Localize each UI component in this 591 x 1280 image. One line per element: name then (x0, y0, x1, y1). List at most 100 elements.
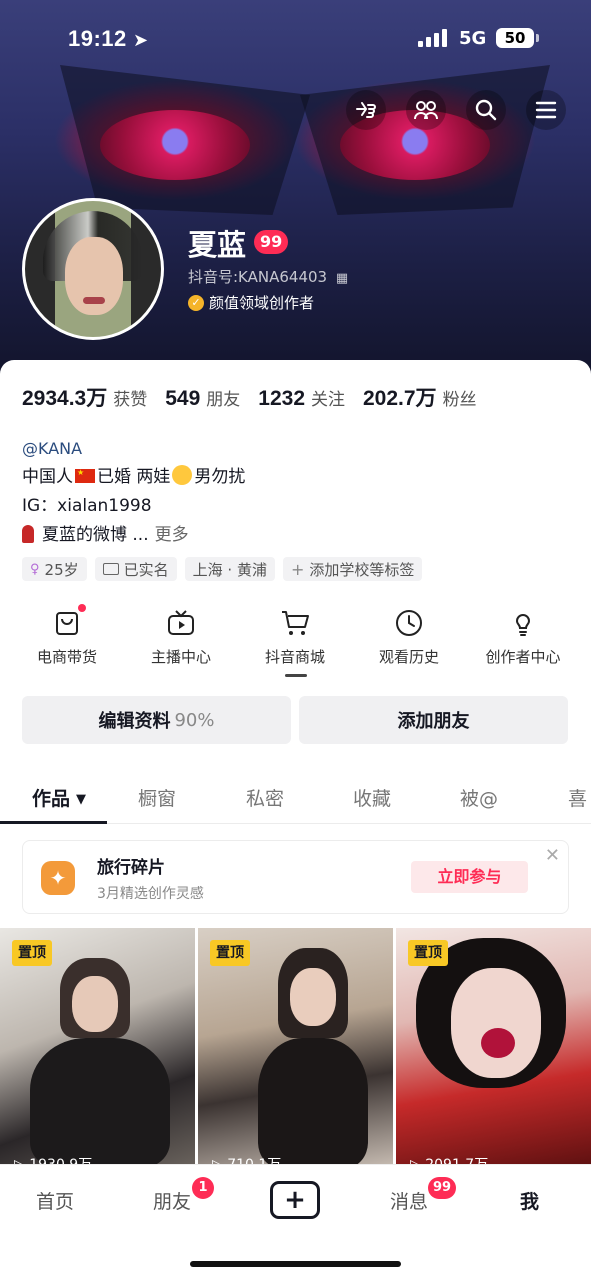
banner-subtitle: 3月精选创作灵感 (97, 886, 204, 902)
qr-code-icon[interactable]: ▦ (336, 271, 348, 286)
caret-down-icon: ▼ (76, 792, 87, 807)
tag-age[interactable]: ♀ 25岁 (22, 557, 87, 581)
nav-friends[interactable]: 朋友 (153, 1187, 191, 1214)
video-tile[interactable]: 置顶 ▷ 2091.7万 (396, 928, 591, 1168)
stats-row: 2934.3万 获赞 549 朋友 1232 关注 202.7万 粉丝 (22, 382, 495, 412)
stat-likes[interactable]: 2934.3万 获赞 (22, 382, 147, 412)
stat-num: 2934.3万 (22, 387, 108, 410)
stat-following[interactable]: 1232 关注 (258, 385, 345, 411)
video-thumb-face (72, 976, 118, 1032)
pinned-badge: 置顶 (210, 940, 250, 966)
stat-label: 朋友 (206, 390, 241, 410)
tag-text: 已实名 (123, 560, 169, 579)
quick-actions: 电商带货 主播中心 抖音商城 观看历史 创作者中心 (0, 604, 591, 678)
creator-label[interactable]: ✓ 颜值领域创作者 (188, 292, 314, 313)
video-tile[interactable]: 置顶 ▷ 1930.9万 (0, 928, 195, 1168)
video-grid: 置顶 ▷ 1930.9万 置顶 ▷ 710.1万 置顶 ▷ 2091.7万 (0, 928, 591, 1168)
avatar[interactable] (22, 198, 164, 340)
quick-mall[interactable]: 抖音商城 (240, 608, 350, 667)
stat-label: 关注 (311, 390, 345, 410)
video-thumb-body (30, 1038, 170, 1168)
home-indicator (190, 1261, 401, 1267)
add-friend-label: 添加朋友 (397, 711, 470, 732)
bio-text: 已婚 两娃 (97, 467, 171, 487)
bio-text: 男勿扰 (194, 467, 246, 487)
quick-ecommerce[interactable]: 电商带货 (12, 604, 122, 667)
status-time: 19:12 (68, 26, 127, 51)
profile-buttons: 编辑资料 90% 添加朋友 (22, 696, 576, 744)
stat-label: 获赞 (113, 390, 148, 410)
level-badge[interactable]: 99 (254, 230, 289, 254)
quick-creator-center[interactable]: 创作者中心 (468, 608, 578, 667)
header-icons (0, 90, 591, 130)
quick-label: 创作者中心 (485, 648, 561, 666)
menu-icon[interactable] (526, 90, 566, 130)
signal-icon (418, 29, 448, 47)
female-icon: ♀ (30, 561, 40, 577)
video-thumb-face (451, 968, 541, 1078)
promo-banner[interactable]: ✦ 旅行碎片 3月精选创作灵感 立即参与 ✕ (22, 840, 569, 914)
tag-text: 上海 · 黄浦 (192, 560, 267, 579)
id-card-icon (102, 563, 119, 575)
nav-messages[interactable]: 消息 (390, 1187, 428, 1214)
lightbulb-icon (508, 608, 538, 638)
friends-icon[interactable] (406, 90, 446, 130)
sparkle-icon: ✦ (41, 861, 75, 895)
add-friend-button[interactable]: 添加朋友 (299, 696, 568, 744)
messages-badge: 99 (428, 1177, 457, 1199)
stat-followers[interactable]: 202.7万 粉丝 (363, 382, 477, 412)
quick-label: 主播中心 (150, 648, 211, 666)
verified-icon: ✓ (188, 294, 204, 311)
bio[interactable]: @KANA 中国人 已婚 两娃 男勿扰 IG：xialan1998 夏蓝的微博 ..… (22, 434, 245, 550)
stat-friends[interactable]: 549 朋友 (165, 385, 240, 411)
close-icon[interactable]: ✕ (545, 845, 560, 866)
douyin-id-text: 抖音号:KANA64403 (188, 268, 328, 286)
join-now-button[interactable]: 立即参与 (411, 861, 528, 893)
video-thumb-mouth (481, 1028, 515, 1058)
tab-mentions[interactable]: 被@ (460, 784, 498, 811)
location-arrow-icon: ➤ (133, 30, 149, 51)
avatar-lips (83, 297, 105, 304)
tab-label: 作品 (32, 788, 71, 810)
tab-showcase[interactable]: 橱窗 (138, 784, 176, 811)
quick-label: 观看历史 (378, 648, 439, 666)
profile-name: 夏蓝 (188, 228, 247, 262)
video-tile[interactable]: 置顶 ▷ 710.1万 (198, 928, 393, 1168)
network-type: 5G (459, 28, 487, 49)
quick-label: 电商带货 (36, 648, 97, 666)
gesture-icon[interactable] (346, 90, 386, 130)
banner-title: 旅行碎片 (97, 858, 165, 878)
stat-label: 粉丝 (442, 390, 477, 410)
tab-favorites[interactable]: 收藏 (353, 784, 391, 811)
cart-icon (280, 608, 310, 638)
battery-icon: 50 (496, 28, 539, 48)
bio-line: IG：xialan1998 (22, 496, 152, 516)
douyin-id[interactable]: 抖音号:KANA64403 ▦ (188, 266, 348, 287)
edit-profile-button[interactable]: 编辑资料 90% (22, 696, 291, 744)
search-icon[interactable] (466, 90, 506, 130)
stat-num: 202.7万 (363, 387, 437, 410)
tag-location[interactable]: 上海 · 黄浦 (184, 557, 275, 581)
stat-num: 549 (165, 387, 201, 410)
quick-anchor-center[interactable]: 主播中心 (126, 608, 236, 667)
tab-works[interactable]: 作品 ▼ (32, 784, 86, 811)
bio-handle[interactable]: @KANA (22, 434, 245, 463)
tag-verified[interactable]: 已实名 (94, 557, 177, 581)
nav-me[interactable]: 我 (520, 1187, 539, 1214)
bio-text: 夏蓝的微博 ... (42, 525, 149, 545)
pinned-badge: 置顶 (408, 940, 448, 966)
nav-home[interactable]: 首页 (36, 1187, 74, 1214)
tab-likes[interactable]: 喜 (568, 784, 587, 811)
ribbon-emoji-icon (22, 525, 34, 543)
bio-more-link[interactable]: 更多 (155, 525, 189, 545)
video-thumb-body (258, 1038, 368, 1168)
add-icon: + (290, 559, 305, 579)
bio-text: 中国人 (22, 467, 73, 487)
tv-icon (166, 608, 196, 638)
create-button[interactable]: + (270, 1181, 320, 1219)
tab-private[interactable]: 私密 (246, 784, 284, 811)
quick-history[interactable]: 观看历史 (354, 608, 464, 667)
status-bar: 19:12 ➤ 5G 50 (0, 26, 591, 56)
tag-add-school[interactable]: + 添加学校等标签 (282, 557, 423, 581)
china-flag-icon (75, 468, 95, 483)
